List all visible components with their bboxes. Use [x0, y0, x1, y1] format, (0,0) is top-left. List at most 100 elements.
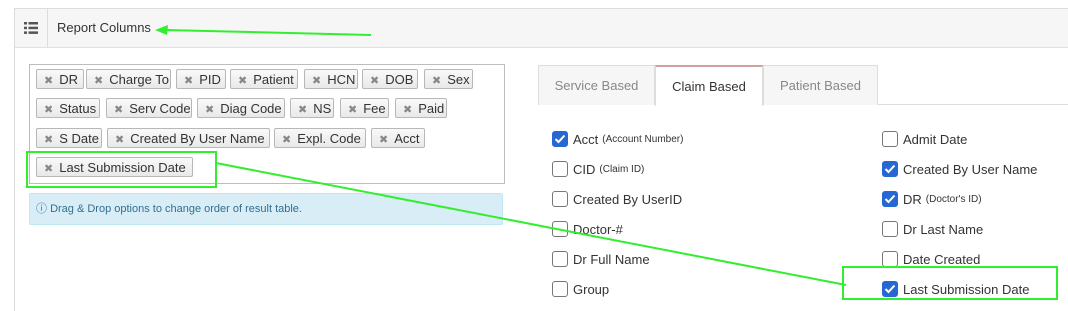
column-tag-label: Patient	[253, 72, 294, 87]
tab-label: Patient Based	[780, 78, 861, 93]
close-icon[interactable]: ✖	[379, 134, 388, 146]
column-option[interactable]: DR (Doctor's ID)	[882, 189, 982, 209]
column-tag[interactable]: ✖ Created By User Name	[107, 128, 270, 148]
tab-label: Service Based	[554, 78, 639, 93]
column-option[interactable]: Group	[552, 279, 609, 299]
column-tag[interactable]: ✖ Acct	[371, 128, 425, 148]
column-option[interactable]: Acct (Account Number)	[552, 129, 683, 149]
panel-header: Report Columns	[15, 9, 1068, 48]
checkbox[interactable]	[552, 281, 568, 297]
tab-patient-based[interactable]: Patient Based	[763, 65, 878, 105]
check-icon	[884, 164, 896, 174]
checkbox[interactable]	[882, 161, 898, 177]
column-tag-label: HCN	[327, 72, 356, 87]
column-option[interactable]: Created By User Name	[882, 159, 1037, 179]
option-label: Created By UserID	[573, 191, 683, 207]
column-option[interactable]: Dr Last Name	[882, 219, 983, 239]
annotation-box-option	[842, 266, 1058, 300]
column-tag-label: Acct	[394, 131, 420, 146]
tab-label: Claim Based	[672, 79, 746, 94]
info-text: Drag & Drop options to change order of r…	[50, 203, 302, 215]
column-tag-label: Status	[59, 101, 97, 116]
close-icon[interactable]: ✖	[282, 134, 291, 146]
column-option[interactable]: Dr Full Name	[552, 249, 650, 269]
close-icon[interactable]: ✖	[44, 163, 53, 175]
tab-claim-based[interactable]: Claim Based	[655, 65, 763, 106]
option-sublabel: (Account Number)	[602, 133, 684, 145]
page-title: Report Columns	[57, 20, 151, 35]
option-label: Group	[573, 281, 610, 297]
column-option[interactable]: CID (Claim ID)	[552, 159, 644, 179]
tab-service-based[interactable]: Service Based	[538, 65, 655, 105]
column-tag-label: NS	[313, 101, 332, 116]
checkbox[interactable]	[882, 251, 898, 267]
column-tag-label: PID	[199, 72, 221, 87]
checkbox[interactable]	[552, 191, 568, 207]
option-label: Dr Last Name	[903, 221, 984, 237]
checkbox[interactable]	[882, 131, 898, 147]
close-icon[interactable]: ✖	[94, 75, 103, 87]
close-icon[interactable]: ✖	[44, 75, 53, 87]
column-tag[interactable]: ✖ Paid	[395, 98, 447, 118]
close-icon[interactable]: ✖	[205, 104, 214, 116]
column-tag-label: DR	[59, 72, 78, 87]
column-tag[interactable]: ✖ S Date	[36, 128, 102, 148]
close-icon[interactable]: ✖	[184, 75, 193, 87]
close-icon[interactable]: ✖	[238, 75, 247, 87]
close-icon[interactable]: ✖	[114, 104, 123, 116]
list-icon[interactable]	[15, 9, 48, 47]
column-tag-label: Charge To	[109, 72, 169, 87]
column-tag[interactable]: ✖ Patient	[230, 69, 298, 89]
column-tag[interactable]: ✖ PID	[176, 69, 226, 89]
info-icon: ⓘ	[36, 203, 47, 215]
check-icon	[554, 134, 566, 144]
close-icon[interactable]: ✖	[298, 104, 307, 116]
column-tag[interactable]: ✖ Expl. Code	[274, 128, 366, 148]
close-icon[interactable]: ✖	[370, 75, 379, 87]
option-label: Doctor-#	[573, 221, 623, 237]
close-icon[interactable]: ✖	[348, 104, 357, 116]
close-icon[interactable]: ✖	[312, 75, 321, 87]
close-icon[interactable]: ✖	[115, 134, 124, 146]
info-banner: ⓘ Drag & Drop options to change order of…	[29, 193, 503, 225]
column-tag-label: Paid	[418, 101, 445, 116]
column-tag[interactable]: ✖ Fee	[340, 98, 389, 118]
checkbox[interactable]	[552, 161, 568, 177]
check-icon	[884, 194, 896, 204]
column-tag[interactable]: ✖ Serv Code	[106, 98, 192, 118]
column-option[interactable]: Doctor-#	[552, 219, 623, 239]
option-label: Dr Full Name	[573, 251, 650, 267]
option-label: Date Created	[903, 251, 981, 267]
column-tag-label: Serv Code	[129, 101, 191, 116]
option-label: Admit Date	[903, 131, 968, 147]
option-label: Created By User Name	[903, 161, 1038, 177]
close-icon[interactable]: ✖	[44, 104, 53, 116]
column-tag-label: DOB	[385, 72, 414, 87]
checkbox[interactable]	[882, 191, 898, 207]
option-label: Acct	[573, 131, 599, 147]
close-icon[interactable]: ✖	[403, 104, 412, 116]
column-tag[interactable]: ✖ NS	[290, 98, 334, 118]
checkbox[interactable]	[552, 131, 568, 147]
checkbox[interactable]	[882, 221, 898, 237]
column-tag-label: S Date	[59, 131, 99, 146]
column-tag[interactable]: ✖ Last Submission Date	[36, 157, 193, 177]
checkbox[interactable]	[552, 221, 568, 237]
column-option[interactable]: Created By UserID	[552, 189, 682, 209]
column-tag-label: Diag Code	[220, 101, 282, 116]
close-icon[interactable]: ✖	[44, 134, 53, 146]
option-label: CID	[573, 161, 596, 177]
column-tag[interactable]: ✖ Status	[36, 98, 100, 118]
option-sublabel: (Claim ID)	[599, 163, 645, 175]
column-tag[interactable]: ✖ Charge To	[86, 69, 171, 89]
column-tag[interactable]: ✖ DR	[36, 69, 84, 89]
column-option[interactable]: Admit Date	[882, 129, 967, 149]
column-tag-label: Sex	[447, 72, 470, 87]
checkbox[interactable]	[552, 251, 568, 267]
column-tag-label: Last Submission Date	[59, 160, 186, 175]
column-tag[interactable]: ✖ DOB	[362, 69, 418, 89]
column-tag[interactable]: ✖ Diag Code	[197, 98, 285, 118]
close-icon[interactable]: ✖	[432, 75, 441, 87]
column-tag[interactable]: ✖ HCN	[304, 69, 358, 89]
column-tag[interactable]: ✖ Sex	[424, 69, 473, 89]
